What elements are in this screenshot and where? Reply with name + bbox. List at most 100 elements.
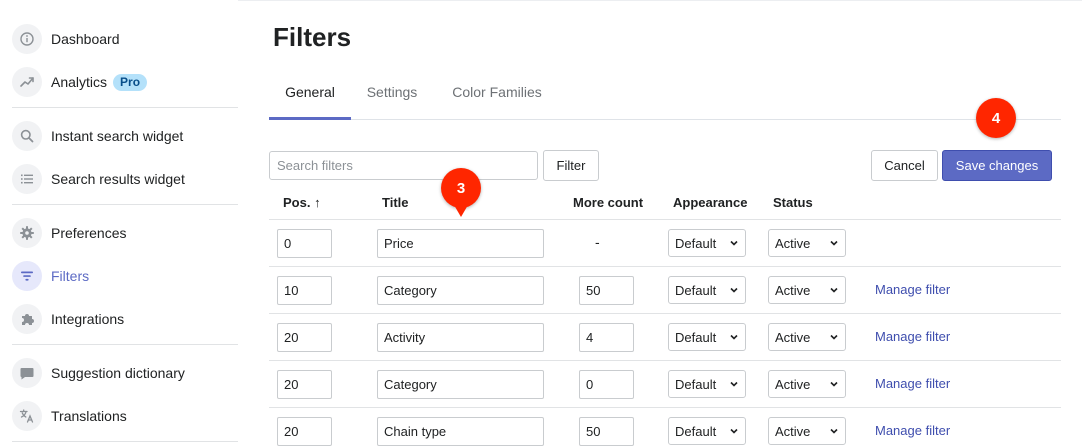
sidebar-item-label: Preferences: [51, 225, 127, 241]
row-separator: [269, 266, 1061, 267]
more-count-input[interactable]: [579, 370, 634, 399]
sidebar-item-label: Translations: [51, 408, 127, 424]
pro-badge: Pro: [113, 73, 148, 91]
status-value: Active: [775, 423, 811, 439]
sidebar-item-preferences[interactable]: Preferences: [12, 216, 232, 250]
cancel-button[interactable]: Cancel: [871, 150, 938, 181]
row-separator: [269, 360, 1061, 361]
tab-settings[interactable]: Settings: [359, 74, 425, 120]
trending-up-icon: [12, 67, 42, 97]
title-input[interactable]: [377, 370, 544, 399]
header-separator: [269, 219, 1061, 220]
appearance-select[interactable]: Default: [668, 323, 746, 351]
search-icon: [12, 121, 42, 151]
sidebar-item-label: Search results widget: [51, 171, 185, 187]
title-input[interactable]: [377, 276, 544, 305]
sidebar-item-filters[interactable]: Filters: [12, 259, 232, 293]
column-header-status: Status: [773, 195, 813, 210]
more-count-input[interactable]: [579, 276, 634, 305]
title-input[interactable]: [377, 323, 544, 352]
sidebar-item-instant-search-widget[interactable]: Instant search widget: [12, 119, 232, 153]
status-value: Active: [775, 376, 811, 392]
sidebar-item-search-results-widget[interactable]: Search results widget: [12, 162, 232, 196]
column-header-more-count: More count: [573, 195, 644, 210]
appearance-select[interactable]: Default: [668, 417, 746, 445]
save-changes-button[interactable]: Save changes: [942, 150, 1052, 181]
status-select[interactable]: Active: [768, 370, 846, 398]
filter-icon: [12, 261, 42, 291]
chevron-down-icon: [830, 240, 838, 246]
chevron-down-icon: [730, 428, 738, 434]
sidebar-divider: [12, 344, 238, 345]
appearance-value: Default: [675, 235, 717, 251]
position-input[interactable]: [277, 229, 332, 258]
sidebar-item-analytics[interactable]: Analytics Pro: [12, 65, 232, 99]
list-icon: [12, 164, 42, 194]
tab-color-families[interactable]: Color Families: [445, 74, 549, 120]
appearance-value: Default: [675, 329, 717, 345]
status-value: Active: [775, 329, 811, 345]
chevron-down-icon: [730, 240, 738, 246]
annotation-marker-4: 4: [976, 98, 1016, 138]
title-input[interactable]: [377, 417, 544, 446]
more-count-input[interactable]: [579, 417, 634, 446]
sidebar-item-label: Integrations: [51, 311, 125, 327]
appearance-value: Default: [675, 282, 717, 298]
chevron-down-icon: [830, 287, 838, 293]
translate-icon: [12, 401, 42, 431]
tab-general[interactable]: General: [269, 74, 351, 120]
row-separator: [269, 313, 1061, 314]
filter-button[interactable]: Filter: [543, 150, 599, 181]
more-count-value: -: [595, 234, 600, 250]
column-header-title: Title: [382, 195, 409, 210]
manage-filter-link[interactable]: Manage filter: [875, 423, 950, 438]
sidebar-item-integrations[interactable]: Integrations: [12, 302, 232, 336]
sidebar: Dashboard Analytics Pro Instant search w…: [0, 0, 238, 448]
chevron-down-icon: [830, 428, 838, 434]
position-input[interactable]: [277, 276, 332, 305]
sidebar-item-translations[interactable]: Translations: [12, 399, 232, 433]
manage-filter-link[interactable]: Manage filter: [875, 376, 950, 391]
column-header-pos[interactable]: Pos. ↑: [283, 195, 321, 210]
appearance-select[interactable]: Default: [668, 229, 746, 257]
status-select[interactable]: Active: [768, 417, 846, 445]
sidebar-item-label: Dashboard: [51, 31, 120, 47]
tab-bar: General Settings Color Families: [269, 74, 1061, 120]
sidebar-divider: [12, 204, 238, 205]
title-input[interactable]: [377, 229, 544, 258]
annotation-marker-3: 3: [441, 168, 481, 217]
sidebar-divider: [12, 441, 238, 442]
position-input[interactable]: [277, 417, 332, 446]
status-select[interactable]: Active: [768, 229, 846, 257]
status-value: Active: [775, 282, 811, 298]
sidebar-item-label: Analytics: [51, 74, 108, 90]
puzzle-icon: [12, 304, 42, 334]
gear-icon: [12, 218, 42, 248]
chevron-down-icon: [730, 287, 738, 293]
chevron-down-icon: [830, 381, 838, 387]
sidebar-item-label: Filters: [51, 268, 90, 284]
position-input[interactable]: [277, 370, 332, 399]
sidebar-item-label: Instant search widget: [51, 128, 184, 144]
status-value: Active: [775, 235, 811, 251]
appearance-select[interactable]: Default: [668, 370, 746, 398]
status-select[interactable]: Active: [768, 276, 846, 304]
appearance-value: Default: [675, 423, 717, 439]
page-title: Filters: [273, 22, 352, 52]
chevron-down-icon: [730, 334, 738, 340]
more-count-input[interactable]: [579, 323, 634, 352]
column-header-appearance: Appearance: [673, 195, 748, 210]
chat-icon: [12, 358, 42, 388]
position-input[interactable]: [277, 323, 332, 352]
chevron-down-icon: [830, 334, 838, 340]
search-filters-input[interactable]: [269, 151, 538, 180]
manage-filter-link[interactable]: Manage filter: [875, 329, 950, 344]
sidebar-item-suggestion-dictionary[interactable]: Suggestion dictionary: [12, 356, 232, 390]
status-select[interactable]: Active: [768, 323, 846, 351]
appearance-select[interactable]: Default: [668, 276, 746, 304]
sidebar-item-label: Suggestion dictionary: [51, 365, 185, 381]
appearance-value: Default: [675, 376, 717, 392]
sidebar-item-dashboard[interactable]: Dashboard: [12, 22, 232, 56]
manage-filter-link[interactable]: Manage filter: [875, 282, 950, 297]
row-separator: [269, 407, 1061, 408]
